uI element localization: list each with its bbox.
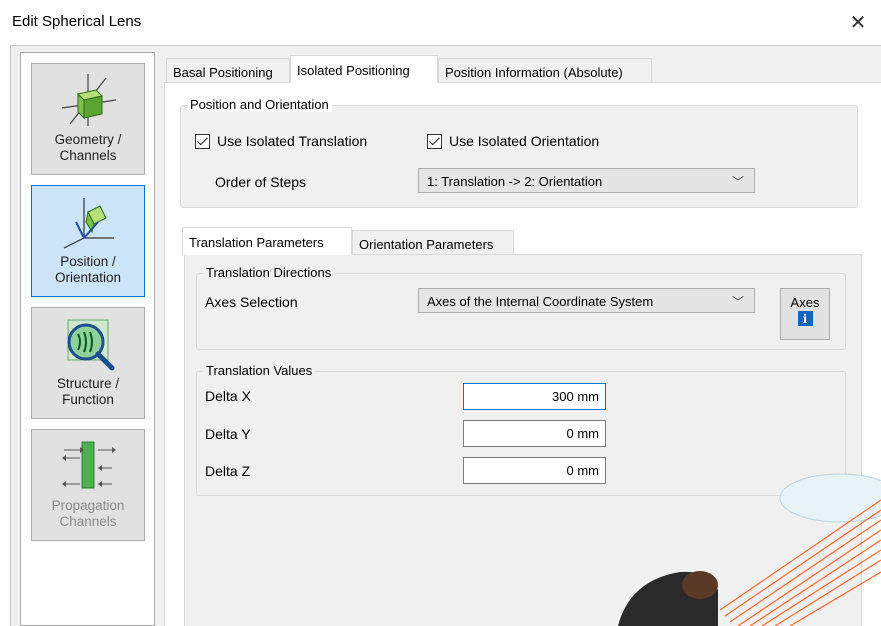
lens-ellipse bbox=[779, 473, 881, 523]
axes-button-label: Axes bbox=[790, 295, 820, 310]
checkbox-check-icon bbox=[427, 133, 442, 149]
sidebar-item-label: Position / Orientation bbox=[54, 254, 122, 285]
group-legend: Translation Directions bbox=[203, 265, 335, 280]
title-bar: Edit Spherical Lens ✕ bbox=[0, 0, 881, 45]
sidebar-item-position-orientation[interactable]: Position / Orientation bbox=[31, 185, 145, 297]
delta-y-label: Delta Y bbox=[205, 426, 251, 442]
checkbox-label: Use Isolated Translation bbox=[217, 133, 368, 149]
main-tabs: Basal Positioning Isolated Positioning P… bbox=[164, 55, 864, 83]
sidebar-item-structure-function[interactable]: Structure / Function bbox=[31, 307, 145, 419]
tab-translation-parameters[interactable]: Translation Parameters bbox=[182, 227, 352, 255]
axes-info-button[interactable]: Axes i bbox=[780, 288, 830, 340]
close-button[interactable]: ✕ bbox=[835, 0, 881, 45]
delta-x-label: Delta X bbox=[205, 388, 251, 404]
window-title: Edit Spherical Lens bbox=[12, 13, 142, 30]
delta-z-label: Delta Z bbox=[205, 463, 251, 479]
use-isolated-orientation-checkbox[interactable]: Use Isolated Orientation bbox=[427, 133, 599, 149]
checkbox-label: Use Isolated Orientation bbox=[449, 133, 600, 149]
structure-magnifier-icon bbox=[67, 319, 115, 371]
tab-isolated-positioning[interactable]: Isolated Positioning bbox=[290, 55, 438, 83]
checkbox-check-icon bbox=[195, 133, 210, 149]
close-icon: ✕ bbox=[849, 12, 867, 34]
sidebar-item-label: Structure / Function bbox=[56, 376, 120, 407]
position-axes-icon bbox=[63, 198, 114, 249]
select-value: Axes of the Internal Coordinate System bbox=[427, 294, 654, 309]
order-of-steps-label: Order of Steps bbox=[215, 174, 307, 190]
geometry-cube-icon bbox=[61, 74, 117, 126]
sidebar-item-label: Propagation Channels bbox=[51, 498, 125, 529]
select-value: 1: Translation -> 2: Orientation bbox=[427, 174, 603, 189]
delta-x-input[interactable]: 300 mm bbox=[463, 383, 606, 410]
group-legend: Position and Orientation bbox=[187, 97, 332, 112]
use-isolated-translation-checkbox[interactable]: Use Isolated Translation bbox=[195, 133, 367, 149]
propagation-arrows-icon bbox=[62, 441, 116, 489]
cylinder-face bbox=[682, 571, 718, 599]
scene-preview bbox=[618, 473, 881, 626]
delta-z-input[interactable]: 0 mm bbox=[463, 457, 606, 484]
tab-position-information[interactable]: Position Information (Absolute) bbox=[438, 58, 652, 82]
axes-selection-select[interactable]: Axes of the Internal Coordinate System ﹀ bbox=[418, 288, 755, 313]
order-of-steps-select[interactable]: 1: Translation -> 2: Orientation ﹀ bbox=[418, 168, 755, 193]
sidebar-item-label: Geometry / Channels bbox=[54, 132, 122, 163]
sidebar: Geometry / Channels Position / Orientati… bbox=[20, 52, 155, 626]
sub-tabs: Translation Parameters Orientation Param… bbox=[182, 227, 582, 255]
delta-y-input[interactable]: 0 mm bbox=[463, 420, 606, 447]
sidebar-item-geometry-channels[interactable]: Geometry / Channels bbox=[31, 63, 145, 175]
chevron-down-icon: ﹀ bbox=[731, 175, 744, 189]
tab-orientation-parameters[interactable]: Orientation Parameters bbox=[352, 230, 514, 254]
tab-basal-positioning[interactable]: Basal Positioning bbox=[166, 58, 290, 82]
sidebar-item-propagation-channels[interactable]: Propagation Channels bbox=[31, 429, 145, 541]
chevron-down-icon: ﹀ bbox=[731, 295, 744, 309]
group-legend: Translation Values bbox=[203, 363, 316, 378]
axes-selection-label: Axes Selection bbox=[205, 294, 298, 310]
info-icon: i bbox=[797, 311, 813, 326]
